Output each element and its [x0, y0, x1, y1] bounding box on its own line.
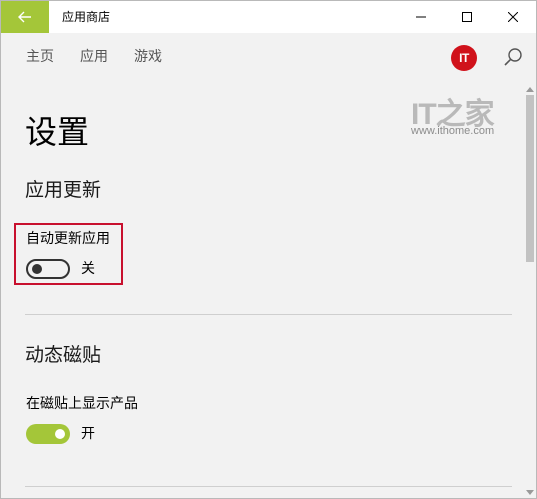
maximize-button[interactable]: [444, 1, 490, 33]
section-divider: [25, 486, 512, 487]
nav-games[interactable]: 游戏: [134, 48, 162, 66]
close-icon: [508, 12, 518, 22]
scroll-thumb[interactable]: [526, 95, 534, 262]
title-bar: 应用商店: [1, 1, 536, 33]
minimize-icon: [416, 16, 426, 18]
page-title: 设置: [25, 113, 90, 151]
scroll-up-icon: [526, 86, 534, 92]
user-avatar[interactable]: IT: [451, 45, 477, 71]
search-button[interactable]: [501, 45, 525, 69]
scroll-down-button[interactable]: [524, 486, 536, 498]
maximize-icon: [462, 12, 472, 22]
search-icon: [504, 48, 522, 66]
back-button[interactable]: [1, 1, 49, 33]
scroll-up-button[interactable]: [524, 83, 536, 95]
live-tile-label: 在磁贴上显示产品: [26, 396, 138, 412]
section-title-app-updates: 应用更新: [25, 179, 102, 201]
back-arrow-icon: [18, 11, 31, 23]
vertical-scrollbar[interactable]: [524, 83, 536, 498]
close-button[interactable]: [490, 1, 536, 33]
scroll-down-icon: [526, 489, 534, 495]
toggle-knob: [55, 429, 65, 439]
window-title: 应用商店: [62, 10, 111, 24]
watermark-url: www.ithome.com: [411, 125, 495, 137]
toggle-knob: [32, 264, 42, 274]
live-tile-toggle[interactable]: [26, 424, 70, 444]
section-divider: [25, 314, 512, 315]
store-window: 应用商店 主页 应用 游戏 IT IT之家 www.ithome.com 设置 …: [0, 0, 537, 499]
nav-apps[interactable]: 应用: [80, 48, 108, 66]
nav-home[interactable]: 主页: [26, 48, 54, 66]
section-title-live-tiles: 动态磁贴: [25, 344, 102, 366]
auto-update-state: 关: [81, 261, 95, 277]
auto-update-label: 自动更新应用: [26, 231, 110, 247]
top-nav: 主页 应用 游戏 IT: [1, 33, 524, 83]
auto-update-toggle[interactable]: [26, 259, 70, 279]
watermark: IT之家 www.ithome.com: [411, 89, 509, 141]
live-tile-state: 开: [81, 426, 95, 442]
minimize-button[interactable]: [398, 1, 444, 33]
